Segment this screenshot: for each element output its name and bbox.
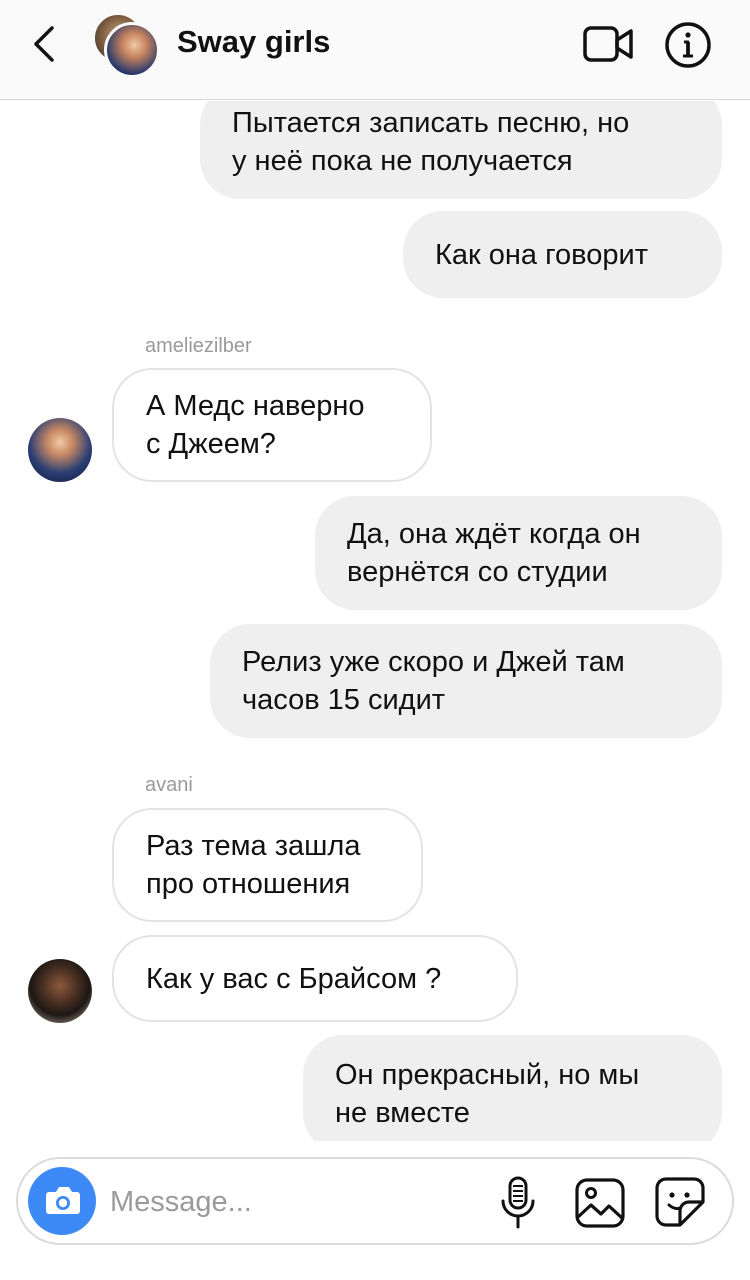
message-text: А Медс наверно с Джеем? [146,390,365,460]
video-call-button[interactable] [582,24,634,64]
microphone-icon [501,1176,535,1229]
image-icon [575,1178,625,1228]
message-bubble[interactable]: Релиз уже скоро и Джей там часов 15 сиди… [210,624,722,738]
message-bubble[interactable]: А Медс наверно с Джеем? [112,368,432,482]
info-icon [665,22,711,68]
message-text: Как она говорит [435,238,648,271]
chat-title[interactable]: Sway girls [177,24,330,60]
chat-header: Sway girls [0,0,750,100]
sticker-icon [655,1177,705,1227]
sender-avatar[interactable] [28,959,92,1023]
message-composer [16,1157,734,1245]
sender-avatar[interactable] [28,418,92,482]
message-text: Как у вас с Брайсом ? [146,962,442,995]
sender-name: ameliezilber [145,335,252,357]
message-thread[interactable]: Пытается записать песню, но у неё пока н… [0,101,750,1141]
message-text: Он прекрасный, но мы не вместе [335,1059,640,1129]
message-text: Пытается записать песню, но у неё пока н… [232,107,630,177]
voice-message-button[interactable] [498,1175,538,1231]
message-bubble[interactable]: Как у вас с Брайсом ? [112,935,518,1022]
message-bubble[interactable]: Да, она ждёт когда он вернётся со студии [315,496,722,610]
info-button[interactable] [664,21,712,69]
sticker-button[interactable] [654,1176,706,1228]
message-bubble[interactable]: Раз тема зашла про отношения [112,808,423,922]
message-text: Релиз уже скоро и Джей там часов 15 сиди… [242,646,625,716]
group-member-avatar [104,22,160,78]
message-bubble[interactable]: Пытается записать песню, но у неё пока н… [200,101,722,199]
message-input[interactable] [108,1177,482,1227]
camera-button[interactable] [28,1167,96,1235]
camera-icon [46,1187,80,1214]
video-camera-icon [583,26,633,62]
gallery-button[interactable] [574,1177,626,1229]
sender-name: avani [145,774,193,796]
message-bubble[interactable]: Он прекрасный, но мы не вместе [303,1035,722,1141]
chevron-left-icon [34,26,54,62]
message-bubble[interactable]: Как она говорит [403,211,722,298]
message-text: Раз тема зашла про отношения [146,830,361,900]
group-avatar[interactable] [92,12,162,80]
back-button[interactable] [28,24,64,64]
message-text: Да, она ждёт когда он вернётся со студии [347,518,641,588]
